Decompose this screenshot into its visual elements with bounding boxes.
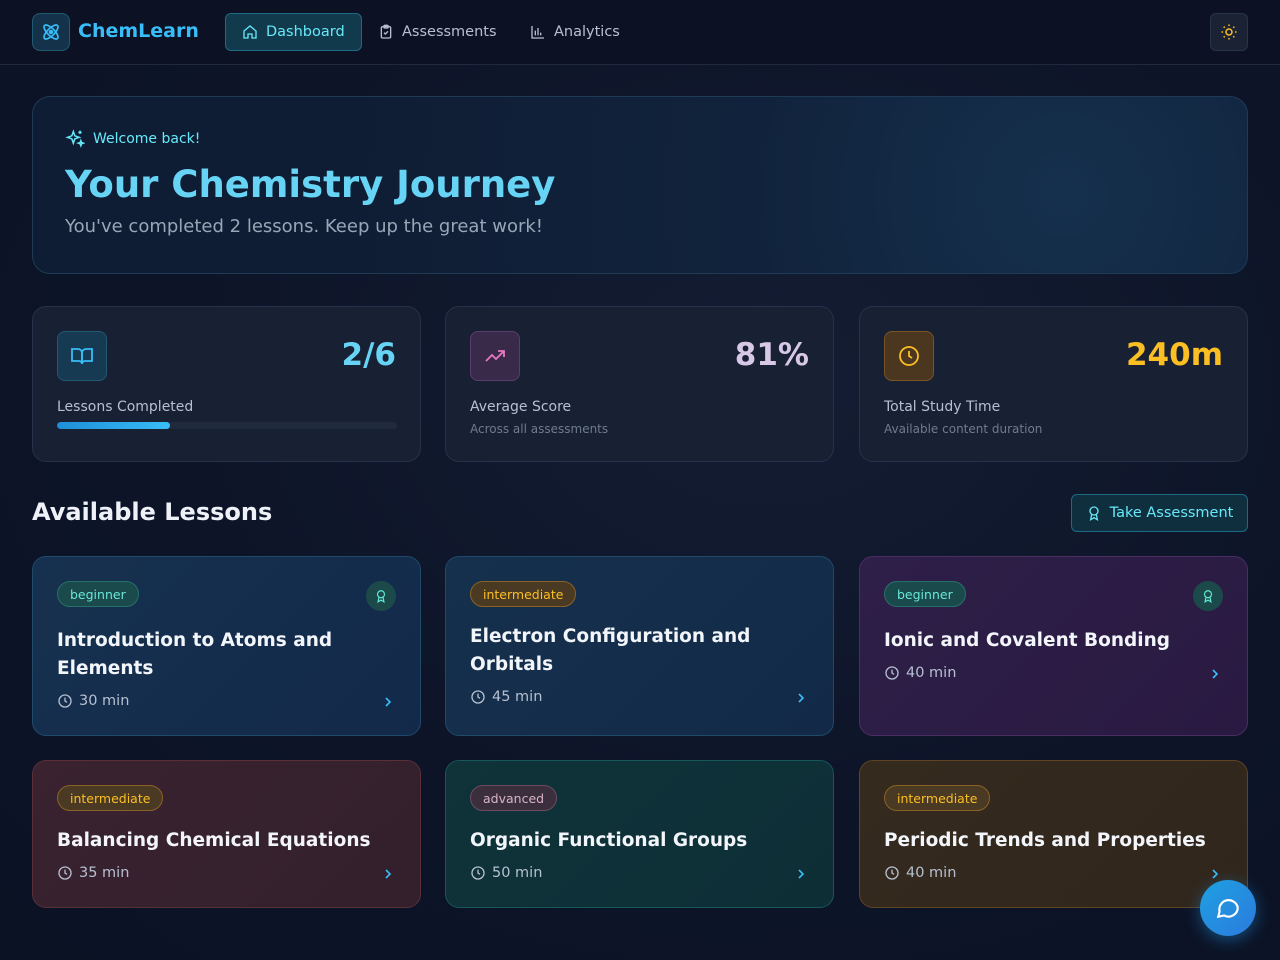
nav-analytics[interactable]: Analytics: [514, 13, 636, 51]
stat-sublabel: Available content duration: [884, 422, 1043, 436]
chevron-right-icon[interactable]: [793, 866, 809, 882]
clock-icon: [885, 666, 899, 680]
nav-dashboard[interactable]: Dashboard: [225, 13, 362, 51]
chat-button[interactable]: [1200, 880, 1256, 936]
lesson-duration-text: 40 min: [906, 665, 957, 681]
take-assessment-label: Take Assessment: [1109, 505, 1234, 521]
sun-icon: [1221, 24, 1237, 40]
stat-label: Total Study Time: [884, 399, 1001, 415]
stat-value: 81%: [734, 337, 809, 373]
trending-up-icon: [470, 331, 520, 381]
lesson-card[interactable]: intermediate Periodic Trends and Propert…: [859, 760, 1248, 908]
completed-award-icon: [366, 581, 396, 611]
clock-icon: [471, 690, 485, 704]
level-badge: beginner: [884, 581, 966, 607]
lesson-title: Ionic and Covalent Bonding: [884, 630, 1171, 651]
stat-lessons-completed: 2/6 Lessons Completed: [32, 306, 421, 462]
home-icon: [243, 25, 257, 39]
chevron-right-icon[interactable]: [1207, 866, 1223, 882]
nav-analytics-label: Analytics: [554, 24, 620, 40]
level-badge: intermediate: [884, 785, 991, 811]
clock-icon: [884, 331, 934, 381]
page-title: Your Chemistry Journey: [65, 163, 556, 206]
chat-icon: [1216, 899, 1239, 919]
stat-value: 240m: [1125, 337, 1223, 373]
sparkles-icon: [65, 129, 85, 148]
nav-dashboard-label: Dashboard: [266, 24, 345, 40]
take-assessment-button[interactable]: Take Assessment: [1071, 494, 1248, 532]
app-name[interactable]: ChemLearn: [78, 20, 199, 42]
welcome-text: Welcome back!: [93, 131, 201, 147]
lesson-duration: 45 min: [470, 689, 542, 705]
lesson-duration: 40 min: [884, 865, 956, 881]
lesson-duration-text: 45 min: [492, 689, 543, 705]
stat-value: 2/6: [341, 337, 396, 373]
stat-label: Average Score: [470, 399, 572, 415]
stat-sublabel: Across all assessments: [470, 422, 609, 436]
bar-chart-icon: [531, 26, 544, 39]
lesson-duration-text: 30 min: [79, 693, 130, 709]
lesson-duration: 30 min: [57, 693, 129, 709]
chevron-right-icon[interactable]: [1207, 666, 1223, 682]
welcome-tag: Welcome back!: [65, 129, 200, 149]
lesson-title: Introduction to Atoms and Elements: [57, 630, 333, 679]
completed-award-icon: [1193, 581, 1223, 611]
stat-study-time: 240m Total Study Time Available content …: [859, 306, 1248, 462]
lesson-title: Periodic Trends and Properties: [884, 830, 1206, 851]
lesson-card[interactable]: advanced Organic Functional Groups 50 mi…: [445, 760, 834, 908]
book-open-icon: [57, 331, 107, 381]
lesson-title: Organic Functional Groups: [470, 830, 748, 851]
lesson-card[interactable]: beginner Introduction to Atoms and Eleme…: [32, 556, 421, 736]
lesson-card[interactable]: intermediate Electron Configuration and …: [445, 556, 834, 736]
stat-average-score: 81% Average Score Across all assessments: [445, 306, 834, 462]
clock-icon: [471, 866, 485, 880]
top-nav: ChemLearn Dashboard Assessments Analytic…: [0, 0, 1280, 65]
page-subtitle: You've completed 2 lessons. Keep up the …: [65, 216, 544, 237]
lesson-duration: 35 min: [57, 865, 129, 881]
lesson-card[interactable]: beginner Ionic and Covalent Bonding 40 m…: [859, 556, 1248, 736]
level-badge: intermediate: [57, 785, 164, 811]
clock-icon: [885, 866, 899, 880]
progress-fill: [57, 422, 171, 429]
lessons-progress-bar: [57, 422, 397, 429]
lesson-title: Electron Configuration and Orbitals: [470, 626, 751, 675]
chevron-right-icon[interactable]: [793, 690, 809, 706]
theme-toggle-button[interactable]: [1210, 13, 1248, 51]
lesson-card[interactable]: intermediate Balancing Chemical Equation…: [32, 760, 421, 908]
lesson-duration: 40 min: [884, 665, 956, 681]
chevron-right-icon[interactable]: [380, 694, 396, 710]
chevron-right-icon[interactable]: [380, 866, 396, 882]
award-icon: [1088, 506, 1099, 521]
lesson-title: Balancing Chemical Equations: [57, 830, 371, 851]
nav-assessments[interactable]: Assessments: [362, 13, 513, 51]
lesson-duration-text: 40 min: [906, 865, 957, 881]
lesson-duration-text: 35 min: [79, 865, 130, 881]
clock-icon: [58, 694, 72, 708]
stat-label: Lessons Completed: [57, 399, 194, 415]
lesson-duration-text: 50 min: [492, 865, 543, 881]
atom-logo-icon[interactable]: [32, 13, 70, 51]
clock-icon: [58, 866, 72, 880]
level-badge: advanced: [470, 785, 558, 811]
clipboard-icon: [380, 24, 392, 39]
lesson-duration: 50 min: [470, 865, 542, 881]
section-title: Available Lessons: [32, 498, 273, 526]
welcome-hero: Welcome back! Your Chemistry Journey You…: [32, 96, 1248, 274]
nav-assessments-label: Assessments: [402, 24, 497, 40]
level-badge: intermediate: [470, 581, 577, 607]
level-badge: beginner: [57, 581, 139, 607]
